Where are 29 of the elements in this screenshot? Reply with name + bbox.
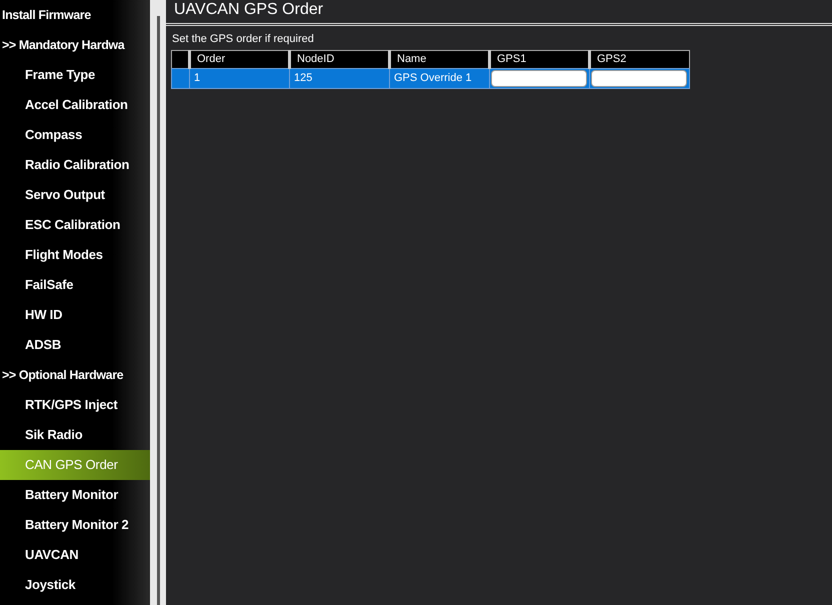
column-header[interactable]: Name: [390, 50, 490, 68]
sidebar-item[interactable]: Frame Type: [0, 60, 150, 90]
sidebar-item[interactable]: Accel Calibration: [0, 90, 150, 120]
sidebar-item[interactable]: ESC Calibration: [0, 210, 150, 240]
sidebar-item[interactable]: Radio Calibration: [0, 150, 150, 180]
sidebar-item[interactable]: Sik Radio: [0, 420, 150, 450]
sidebar-item[interactable]: Compass: [0, 120, 150, 150]
panel-title: UAVCAN GPS Order: [173, 0, 324, 20]
input-field[interactable]: [491, 70, 587, 86]
sidebar-item[interactable]: Install Firmware: [0, 0, 150, 30]
sidebar-item[interactable]: Joystick: [0, 570, 150, 600]
input-field[interactable]: [591, 70, 687, 86]
sidebar-item[interactable]: RTK/GPS Inject: [0, 390, 150, 420]
sidebar-item[interactable]: ADSB: [0, 330, 150, 360]
sidebar-item[interactable]: Battery Monitor 2: [0, 510, 150, 540]
column-header[interactable]: GPS2: [590, 50, 690, 68]
column-header[interactable]: GPS1: [490, 50, 590, 68]
sidebar-item[interactable]: UAVCAN: [0, 540, 150, 570]
sidebar-item[interactable]: >> Optional Hardware: [0, 360, 150, 390]
sidebar-item[interactable]: Flight Modes: [0, 240, 150, 270]
table-row[interactable]: 1 125 GPS Override 1: [172, 68, 690, 88]
sidebar-item[interactable]: >> Mandatory Hardwa: [0, 30, 150, 60]
sidebar-item[interactable]: HW ID: [0, 300, 150, 330]
column-header[interactable]: NodeID: [290, 50, 390, 68]
column-header[interactable]: Order: [190, 50, 290, 68]
sidebar-item[interactable]: FailSafe: [0, 270, 150, 300]
sidebar-item[interactable]: Battery Monitor: [0, 480, 150, 510]
scrollbar[interactable]: [150, 0, 166, 605]
sidebar-item[interactable]: Servo Output: [0, 180, 150, 210]
